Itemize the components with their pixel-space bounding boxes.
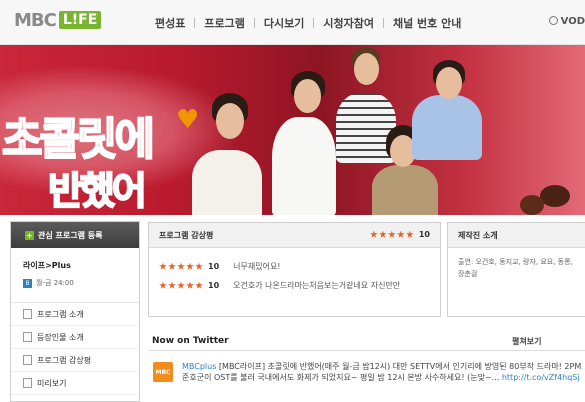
star-icon: [186, 262, 194, 270]
star-icon: [168, 281, 176, 289]
left-sidebar: + 관심 프로그램 등록 라이프>Plus B 월-금 24:00 프로그램 소…: [10, 221, 140, 402]
nav-divider: [382, 18, 384, 28]
vod-label: VOD: [560, 16, 585, 27]
sidebar-item-program-intro[interactable]: 프로그램 소개: [11, 303, 139, 326]
schedule-text: 월-금 24:00: [36, 279, 74, 287]
banner-title-line2: 반했어: [47, 168, 148, 214]
mbc-life-logo[interactable]: MBC L!FE: [14, 9, 102, 31]
heart-icon: ♥: [176, 105, 200, 135]
cast-member-face: [216, 103, 244, 139]
reviews-title: 프로그램 감상평: [159, 230, 214, 240]
document-icon: [23, 378, 32, 388]
nav-item-channel-guide[interactable]: 채널 번호 안내: [393, 15, 461, 31]
vod-circle-icon: [548, 16, 558, 25]
cast-title: 제작진 소개: [448, 223, 585, 248]
star-icon: [379, 230, 387, 238]
twitter-avatar[interactable]: MBC: [153, 362, 173, 382]
cast-list: 출연: 오건호, 동지교, 랑자, 요요, 동롱, 장춘걸: [458, 258, 573, 278]
review-score: 10: [208, 281, 220, 290]
document-icon: [23, 309, 32, 319]
review-row[interactable]: 10 너무재밌어요!: [159, 261, 439, 272]
reviews-header: 프로그램 감상평 10: [149, 223, 440, 248]
document-icon: [23, 355, 32, 365]
nav-divider: [194, 18, 196, 28]
review-row[interactable]: 10 오건호가 나온드라마는처음보는거같네요 자신만만: [159, 280, 439, 291]
sidebar-item-characters[interactable]: 등장인물 소개: [11, 326, 139, 349]
review-stars: [159, 262, 204, 271]
review-score: 10: [208, 262, 220, 271]
star-icon: [195, 281, 203, 289]
cast-member-figure: [372, 165, 438, 215]
star-icon: [370, 230, 378, 238]
nav-item-viewer-participation[interactable]: 시청자참여: [323, 15, 374, 31]
nav-item-replay[interactable]: 다시보기: [264, 15, 304, 31]
divider: [148, 350, 585, 351]
star-icon: [177, 262, 185, 270]
program-reviews-panel: 프로그램 감상평 10 10 너무재밌어요! 10 오건호가 나온드라마는처음보…: [148, 222, 441, 317]
nav-divider: [253, 18, 255, 28]
cast-member-figure: [272, 117, 336, 215]
average-score: 10: [418, 230, 430, 239]
cast-member-face: [354, 53, 379, 85]
add-favorite-program-button[interactable]: + 관심 프로그램 등록: [11, 222, 139, 248]
cast-member-figure: [192, 150, 262, 215]
sidebar-item-label: 프로그램 감상평: [37, 355, 92, 365]
tweet-text: MBCplus [MBC라이프] 초콜릿에 반했어(매주 월-금 밤12시) 대…: [182, 361, 582, 383]
plus-icon: +: [25, 230, 34, 240]
star-icon: [168, 262, 176, 270]
twitter-section-title: Now on Twitter: [152, 336, 229, 346]
star-icon: [177, 281, 185, 289]
program-name: 라이프>Plus: [23, 261, 71, 270]
tweet-username[interactable]: MBCplus: [182, 362, 216, 371]
channel-icon: B: [23, 278, 32, 288]
cast-member-face: [436, 67, 462, 99]
review-stars: [159, 281, 204, 290]
cast-member-figure: [412, 95, 482, 160]
chocolate-decoration: [540, 185, 570, 207]
logo-mbc-text: MBC: [14, 9, 57, 31]
cast-member-face: [294, 79, 321, 113]
favorite-button-label: 관심 프로그램 등록: [38, 230, 103, 240]
star-icon: [388, 230, 396, 238]
star-icon: [159, 262, 167, 270]
sidebar-item-reviews[interactable]: 프로그램 감상평: [11, 349, 139, 372]
review-text: 너무재밌어요!: [233, 262, 281, 271]
document-icon: [23, 332, 32, 342]
nav-divider: [313, 18, 315, 28]
star-icon: [397, 230, 405, 238]
review-text: 오건호가 나온드라마는처음보는거같네요 자신만만: [233, 281, 401, 290]
sidebar-item-label: 프로그램 소개: [37, 309, 84, 319]
expand-twitter-button[interactable]: 펼쳐보기: [512, 336, 541, 347]
top-header: MBC L!FE 편성표 프로그램 다시보기 시청자참여 채널 번호 안내 VO…: [0, 0, 585, 45]
logo-life-text: L!FE: [58, 11, 102, 29]
nav-item-programs[interactable]: 프로그램: [204, 15, 244, 31]
production-staff-panel: 제작진 소개 출연: 오건호, 동지교, 랑자, 요요, 동롱, 장춘걸: [447, 222, 585, 317]
star-icon: [159, 281, 167, 289]
main-nav: 편성표 프로그램 다시보기 시청자참여 채널 번호 안내: [155, 15, 461, 31]
average-stars: [370, 230, 415, 239]
program-schedule: B 월-금 24:00: [23, 278, 139, 288]
average-rating: 10: [370, 230, 430, 239]
sidebar-item-label: 등장인물 소개: [37, 332, 84, 342]
nav-item-schedule[interactable]: 편성표: [155, 15, 185, 31]
sidebar-item-label: 미리보기: [37, 378, 67, 388]
star-icon: [186, 281, 194, 289]
vod-link[interactable]: VOD: [548, 16, 585, 27]
chocolate-decoration: [520, 195, 544, 215]
program-banner[interactable]: 초콜릿에 반했어 ♥: [0, 45, 585, 215]
sidebar-item-preview[interactable]: 미리보기: [11, 372, 139, 395]
tweet-link[interactable]: http://t.co/vZf4hqSj: [502, 373, 580, 382]
star-icon: [406, 230, 414, 238]
star-icon: [195, 262, 203, 270]
banner-title-line1: 초콜릿에: [1, 113, 156, 166]
